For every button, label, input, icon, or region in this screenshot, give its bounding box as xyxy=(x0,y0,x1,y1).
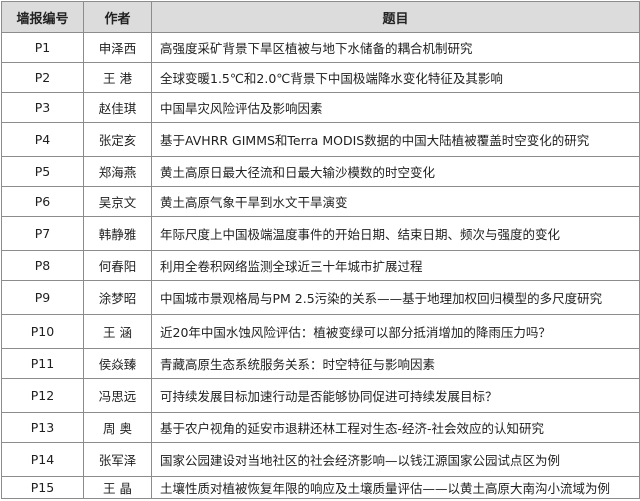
table-row: P4 张定亥 基于AVHRR GIMMS和Terra MODIS数据的中国大陆植… xyxy=(1,122,640,157)
title-cell: 基于农户视角的延安市退耕还林工程对生态-经济-社会效应的认知研究 xyxy=(151,412,640,443)
poster-id-cell: P9 xyxy=(1,280,84,315)
table-row: P12 冯思远 可持续发展目标加速行动是否能够协同促进可持续发展目标？ xyxy=(1,378,640,413)
author-cell: 何春阳 xyxy=(83,250,152,281)
header-row: 墙报编号 作者 题目 xyxy=(1,1,640,33)
title-cell: 可持续发展目标加速行动是否能够协同促进可持续发展目标？ xyxy=(151,378,640,413)
poster-schedule-table: 墙报编号 作者 题目 P1 申泽西 高强度采矿背景下旱区植被与地下水储备的耦合机… xyxy=(1,1,640,499)
title-cell: 土壤性质对植被恢复年限的响应及土壤质量评估——以黄土高原大南沟小流域为例 xyxy=(151,476,640,499)
title-cell: 中国旱灾风险评估及影响因素 xyxy=(151,92,640,123)
title-cell: 年际尺度上中国极端温度事件的开始日期、结束日期、频次与强度的变化 xyxy=(151,216,640,251)
poster-id-cell: P8 xyxy=(1,250,84,281)
table-header: 墙报编号 作者 题目 xyxy=(1,1,640,33)
header-poster-id: 墙报编号 xyxy=(1,1,84,33)
table-row: P3 赵佳琪 中国旱灾风险评估及影响因素 xyxy=(1,92,640,123)
table-row: P9 涂梦昭 中国城市景观格局与PM 2.5污染的关系——基于地理加权回归模型的… xyxy=(1,280,640,315)
title-cell: 中国城市景观格局与PM 2.5污染的关系——基于地理加权回归模型的多尺度研究 xyxy=(151,280,640,315)
poster-id-cell: P10 xyxy=(1,314,84,349)
author-cell: 王 港 xyxy=(83,62,152,93)
title-cell: 国家公园建设对当地社区的社会经济影响—以钱江源国家公园试点区为例 xyxy=(151,442,640,477)
author-cell: 张定亥 xyxy=(83,122,152,157)
table-row: P10 王 涵 近20年中国水蚀风险评估：植被变绿可以部分抵消增加的降雨压力吗？ xyxy=(1,314,640,349)
table-row: P6 吴京文 黄土高原气象干旱到水文干旱演变 xyxy=(1,186,640,217)
title-cell: 黄土高原日最大径流和日最大输沙模数的时空变化 xyxy=(151,156,640,187)
poster-id-cell: P11 xyxy=(1,348,84,379)
poster-id-cell: P1 xyxy=(1,32,84,63)
table-row: P14 张军泽 国家公园建设对当地社区的社会经济影响—以钱江源国家公园试点区为例 xyxy=(1,442,640,477)
author-cell: 王 涵 xyxy=(83,314,152,349)
title-cell: 青藏高原生态系统服务关系：时空特征与影响因素 xyxy=(151,348,640,379)
table-row: P15 王 晶 土壤性质对植被恢复年限的响应及土壤质量评估——以黄土高原大南沟小… xyxy=(1,476,640,499)
header-title: 题目 xyxy=(151,1,640,33)
author-cell: 侯焱臻 xyxy=(83,348,152,379)
title-cell: 基于AVHRR GIMMS和Terra MODIS数据的中国大陆植被覆盖时空变化… xyxy=(151,122,640,157)
table-body: P1 申泽西 高强度采矿背景下旱区植被与地下水储备的耦合机制研究 P2 王 港 … xyxy=(1,32,640,499)
table-row: P5 郑海燕 黄土高原日最大径流和日最大输沙模数的时空变化 xyxy=(1,156,640,187)
title-cell: 黄土高原气象干旱到水文干旱演变 xyxy=(151,186,640,217)
poster-id-cell: P5 xyxy=(1,156,84,187)
table-row: P7 韩静雅 年际尺度上中国极端温度事件的开始日期、结束日期、频次与强度的变化 xyxy=(1,216,640,251)
poster-id-cell: P12 xyxy=(1,378,84,413)
table-row: P13 周 奥 基于农户视角的延安市退耕还林工程对生态-经济-社会效应的认知研究 xyxy=(1,412,640,443)
poster-id-cell: P3 xyxy=(1,92,84,123)
table-row: P1 申泽西 高强度采矿背景下旱区植被与地下水储备的耦合机制研究 xyxy=(1,32,640,63)
author-cell: 吴京文 xyxy=(83,186,152,217)
poster-id-cell: P13 xyxy=(1,412,84,443)
author-cell: 郑海燕 xyxy=(83,156,152,187)
author-cell: 王 晶 xyxy=(83,476,152,499)
title-cell: 近20年中国水蚀风险评估：植被变绿可以部分抵消增加的降雨压力吗？ xyxy=(151,314,640,349)
table-row: P11 侯焱臻 青藏高原生态系统服务关系：时空特征与影响因素 xyxy=(1,348,640,379)
table-row: P8 何春阳 利用全卷积网络监测全球近三十年城市扩展过程 xyxy=(1,250,640,281)
author-cell: 张军泽 xyxy=(83,442,152,477)
poster-id-cell: P4 xyxy=(1,122,84,157)
author-cell: 申泽西 xyxy=(83,32,152,63)
author-cell: 赵佳琪 xyxy=(83,92,152,123)
author-cell: 韩静雅 xyxy=(83,216,152,251)
author-cell: 涂梦昭 xyxy=(83,280,152,315)
poster-id-cell: P7 xyxy=(1,216,84,251)
author-cell: 周 奥 xyxy=(83,412,152,443)
title-cell: 全球变暖1.5℃和2.0℃背景下中国极端降水变化特征及其影响 xyxy=(151,62,640,93)
poster-id-cell: P2 xyxy=(1,62,84,93)
title-cell: 利用全卷积网络监测全球近三十年城市扩展过程 xyxy=(151,250,640,281)
poster-id-cell: P15 xyxy=(1,476,84,499)
poster-id-cell: P14 xyxy=(1,442,84,477)
header-author: 作者 xyxy=(83,1,152,33)
author-cell: 冯思远 xyxy=(83,378,152,413)
title-cell: 高强度采矿背景下旱区植被与地下水储备的耦合机制研究 xyxy=(151,32,640,63)
poster-id-cell: P6 xyxy=(1,186,84,217)
table-row: P2 王 港 全球变暖1.5℃和2.0℃背景下中国极端降水变化特征及其影响 xyxy=(1,62,640,93)
